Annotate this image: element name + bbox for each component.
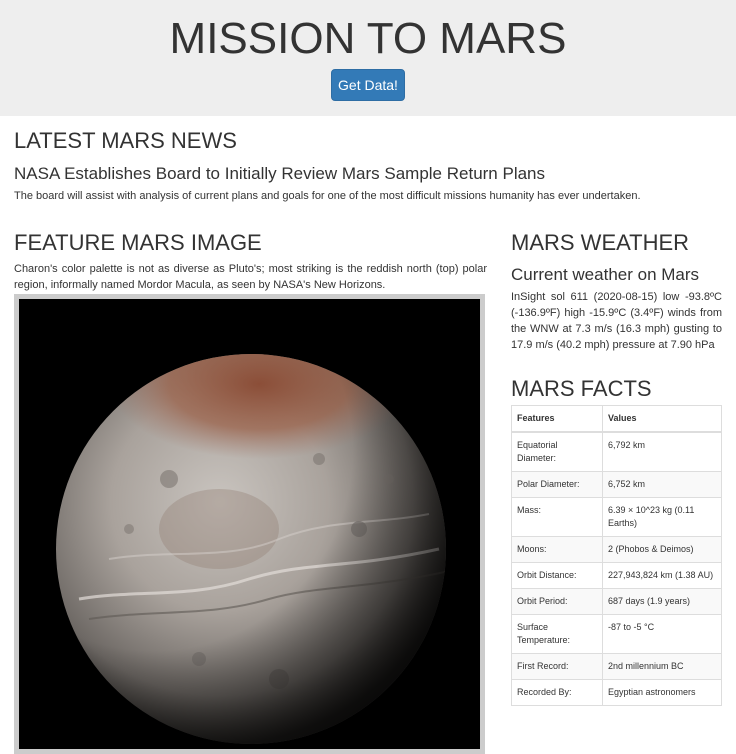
news-heading: LATEST MARS NEWS: [14, 128, 237, 153]
fact-label: Equatorial Diameter:: [511, 431, 603, 472]
table-row: Mass: 6.39 × 10^23 kg (0.11 Earths): [511, 497, 722, 537]
table-row: Surface Temperature: -87 to -5 °C: [511, 614, 722, 654]
table-row: Recorded By: Egyptian astronomers: [511, 679, 722, 706]
table-row: Orbit Period: 687 days (1.9 years): [511, 588, 722, 615]
fact-value: 6,792 km: [602, 431, 722, 472]
weather-subheading: Current weather on Mars: [511, 265, 700, 284]
weather-report: InSight sol 611 (2020-08-15) low -93.8ºC…: [511, 291, 722, 351]
fact-label: Moons:: [511, 536, 603, 563]
fact-label: Mass:: [511, 497, 603, 537]
fact-value: Egyptian astronomers: [602, 679, 722, 706]
feature-image-heading: FEATURE MARS IMAGE: [14, 230, 262, 255]
facts-table: Features Values Equatorial Diameter: 6,79…: [511, 405, 722, 706]
fact-value: 687 days (1.9 years): [602, 588, 722, 615]
fact-label: Surface Temperature:: [511, 614, 603, 654]
get-data-button[interactable]: Get Data!: [331, 69, 405, 101]
fact-value: -87 to -5 °C: [602, 614, 722, 654]
news-teaser: The board will assist with analysis of c…: [14, 190, 641, 202]
fact-label: First Record:: [511, 653, 603, 680]
facts-heading: MARS FACTS: [511, 376, 652, 401]
table-row: First Record: 2nd millennium BC: [511, 653, 722, 680]
fact-value: 6,752 km: [602, 471, 722, 498]
table-row: Equatorial Diameter: 6,792 km: [511, 431, 722, 472]
facts-column-header: Features: [511, 405, 603, 433]
fact-value: 227,943,824 km (1.38 AU): [602, 562, 722, 589]
fact-value: 2nd millennium BC: [602, 653, 722, 680]
facts-header-row: Features Values: [511, 405, 722, 433]
header-jumbotron: MISSION TO MARS Get Data!: [0, 0, 736, 116]
table-row: Polar Diameter: 6,752 km: [511, 471, 722, 498]
table-row: Orbit Distance: 227,943,824 km (1.38 AU): [511, 562, 722, 589]
fact-label: Orbit Distance:: [511, 562, 603, 589]
facts-column-header: Values: [602, 405, 722, 433]
news-title: NASA Establishes Board to Initially Revi…: [14, 164, 546, 183]
fact-value: 2 (Phobos & Deimos): [602, 536, 722, 563]
fact-label: Orbit Period:: [511, 588, 603, 615]
weather-heading: MARS WEATHER: [511, 230, 690, 255]
fact-label: Polar Diameter:: [511, 471, 603, 498]
feature-image[interactable]: [14, 294, 485, 754]
charon-moon-image: [19, 299, 480, 749]
fact-label: Recorded By:: [511, 679, 603, 706]
page-title: MISSION TO MARS: [169, 14, 567, 63]
fact-value: 6.39 × 10^23 kg (0.11 Earths): [602, 497, 722, 537]
feature-image-description: Charon's color palette is not as diverse…: [14, 263, 487, 291]
table-row: Moons: 2 (Phobos & Deimos): [511, 536, 722, 563]
